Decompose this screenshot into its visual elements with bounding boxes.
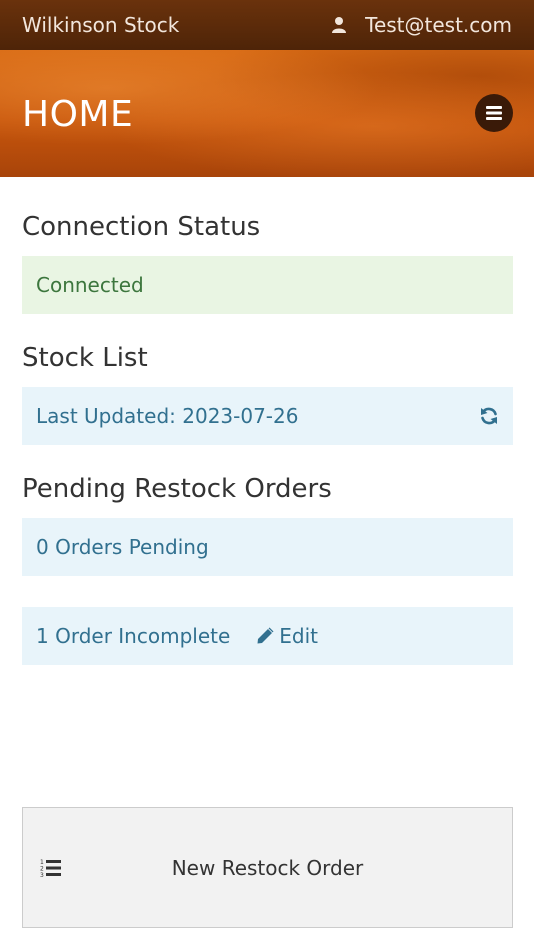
user-account[interactable]: Test@test.com bbox=[331, 13, 512, 37]
connection-status-heading: Connection Status bbox=[22, 212, 261, 242]
svg-text:3: 3 bbox=[40, 872, 44, 878]
stock-list-alert: Last Updated: 2023-07-26 bbox=[22, 387, 513, 445]
incomplete-orders-alert: 1 Order Incomplete Edit bbox=[22, 607, 513, 665]
brand-name: Wilkinson Stock bbox=[22, 13, 180, 37]
hamburger-icon bbox=[486, 106, 502, 120]
pending-orders-heading: Pending Restock Orders bbox=[22, 474, 332, 504]
user-icon bbox=[332, 17, 347, 33]
page-banner: HOME bbox=[0, 50, 534, 177]
orders-pending-text: 0 Orders Pending bbox=[36, 535, 209, 559]
new-restock-order-label: New Restock Order bbox=[171, 855, 364, 880]
edit-label: Edit bbox=[279, 624, 319, 648]
last-updated-text: Last Updated: 2023-07-26 bbox=[36, 404, 299, 428]
menu-button[interactable] bbox=[475, 94, 513, 132]
stock-list-heading: Stock List bbox=[22, 343, 148, 373]
user-email: Test@test.com bbox=[365, 13, 512, 37]
refresh-icon[interactable] bbox=[479, 406, 499, 426]
connection-status-text: Connected bbox=[36, 273, 144, 297]
new-restock-order-button[interactable]: 1 2 3 New Restock Order bbox=[22, 807, 513, 928]
pending-orders-alert: 0 Orders Pending bbox=[22, 518, 513, 576]
page-title: HOME bbox=[22, 94, 134, 135]
pencil-icon bbox=[257, 627, 274, 644]
connection-status-alert: Connected bbox=[22, 256, 513, 314]
orders-incomplete-text: 1 Order Incomplete bbox=[36, 624, 231, 648]
edit-order-link[interactable]: Edit bbox=[256, 624, 318, 648]
top-bar: Wilkinson Stock Test@test.com bbox=[0, 0, 534, 50]
list-ol-icon: 1 2 3 bbox=[40, 859, 61, 878]
